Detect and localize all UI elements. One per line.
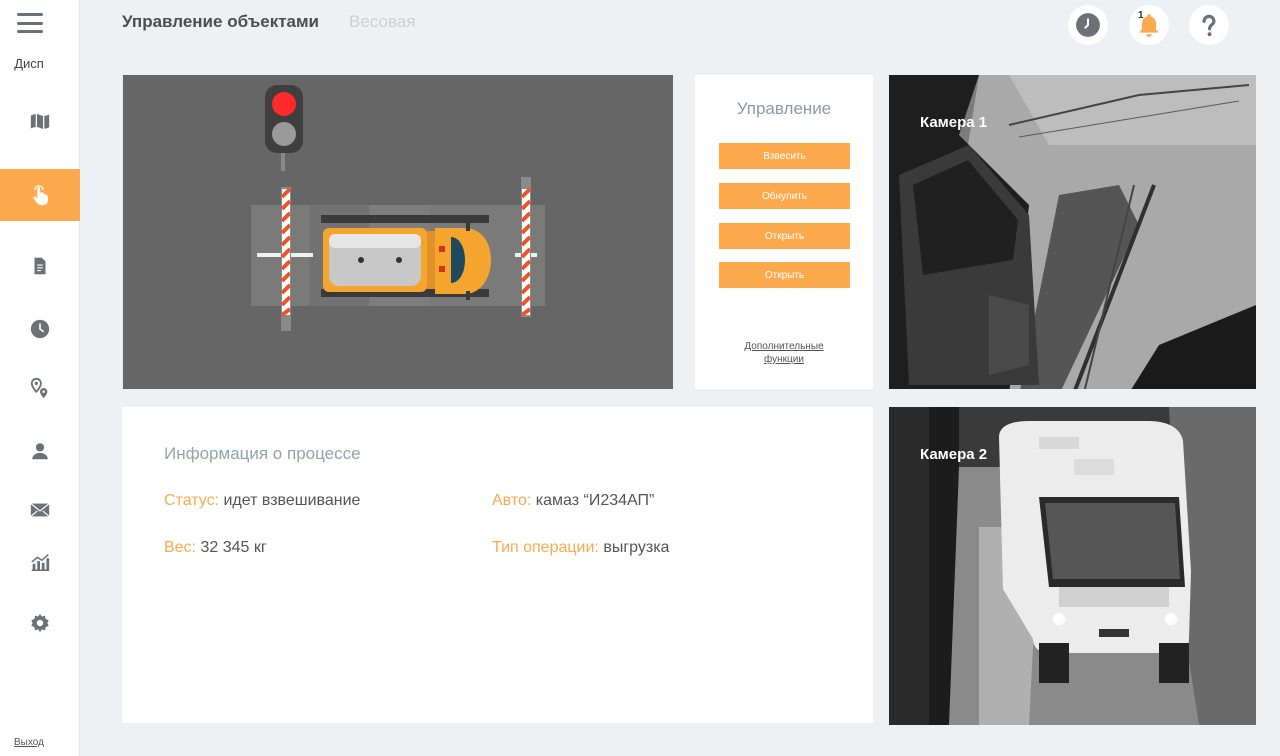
traffic-light — [265, 85, 303, 171]
camera-2-label: Камера 2 — [920, 446, 988, 463]
mail-icon — [30, 503, 50, 517]
sidebar-item-analytics[interactable] — [0, 536, 80, 588]
status-label: Статус: — [164, 492, 220, 509]
control-panel: Управление Взвесить Обнулить Открыть Отк… — [695, 75, 873, 389]
brand-label: Дисп — [14, 56, 44, 71]
auto-value: камаз “И234АП” — [535, 492, 655, 509]
sidebar-item-control[interactable] — [0, 169, 80, 221]
extra-functions-link[interactable]: Дополнительные функции — [725, 340, 843, 366]
process-info-title: Информация о процессе — [164, 444, 361, 463]
sidebar-item-settings[interactable] — [0, 597, 80, 649]
open-button-2[interactable]: Открыть — [719, 262, 850, 288]
auto-field: Авто: камаз “И234АП” — [492, 492, 654, 510]
sidebar-item-locations[interactable] — [0, 362, 80, 414]
help-button[interactable] — [1189, 5, 1229, 45]
location-pin-icon — [30, 377, 48, 399]
process-info-panel: Информация о процессе Статус: идет взвеш… — [122, 407, 873, 723]
traffic-light-off — [272, 122, 296, 146]
reset-button[interactable]: Обнулить — [719, 183, 850, 209]
sidebar-item-documents[interactable] — [0, 240, 80, 292]
open-button-1[interactable]: Открыть — [719, 223, 850, 249]
help-icon — [1202, 14, 1216, 37]
weighbridge-scheme — [123, 75, 673, 389]
weight-field: Вес: 32 345 кг — [164, 539, 267, 557]
page-title: Управление объектами — [122, 12, 320, 31]
control-title: Управление — [736, 99, 832, 118]
notification-count: 1 — [1138, 10, 1144, 21]
right-barrier — [520, 177, 532, 317]
traffic-light-red — [272, 92, 296, 116]
sidebar-item-map[interactable] — [0, 95, 80, 147]
status-field: Статус: идет взвешивание — [164, 492, 360, 510]
gear-icon — [31, 613, 49, 633]
left-barrier — [280, 187, 292, 331]
sidebar-item-history[interactable] — [0, 303, 80, 355]
history-button[interactable] — [1068, 5, 1108, 45]
weight-value: 32 345 кг — [200, 539, 267, 556]
status-value: идет взвешивание — [223, 492, 361, 509]
camera-1-feed[interactable]: Камера 1 — [889, 75, 1256, 389]
weigh-button[interactable]: Взвесить — [719, 143, 850, 169]
camera-2-feed[interactable]: Камера 2 — [889, 407, 1256, 725]
page-subtitle[interactable]: Весовая — [349, 12, 415, 32]
weight-label: Вес: — [164, 539, 197, 556]
notifications-button[interactable]: 1 — [1129, 5, 1169, 45]
camera-1-label: Камера 1 — [920, 114, 988, 131]
logout-link[interactable]: Выход — [14, 737, 44, 748]
clock-icon — [30, 319, 50, 339]
extra-functions-line1: Дополнительные — [744, 341, 824, 352]
extra-functions-line2: функции — [764, 354, 804, 365]
sidebar-item-users[interactable] — [0, 425, 80, 477]
auto-label: Авто: — [492, 492, 532, 509]
document-icon — [34, 257, 46, 275]
chart-icon — [31, 554, 50, 571]
operation-type-field: Тип операции: выгрузка — [492, 539, 669, 557]
sidebar: Дисп Выход — [0, 0, 80, 756]
operation-type-value: выгрузка — [603, 539, 670, 556]
menu-icon[interactable] — [17, 13, 43, 33]
sidebar-item-messages[interactable] — [0, 484, 80, 536]
map-icon — [30, 113, 50, 130]
user-icon — [32, 443, 48, 460]
operation-type-label: Тип операции: — [492, 539, 599, 556]
touch-icon — [33, 185, 48, 206]
clock-icon — [1076, 13, 1100, 37]
